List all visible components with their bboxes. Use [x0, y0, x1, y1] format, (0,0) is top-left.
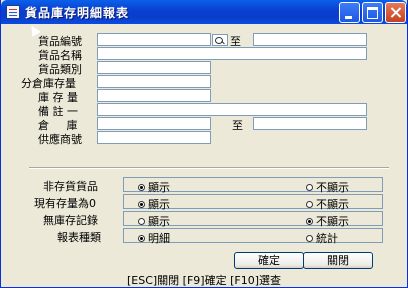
- separator: [29, 167, 389, 169]
- warehouse-to-input[interactable]: [253, 117, 367, 130]
- no-record-hide-radio[interactable]: 不顯示: [306, 213, 349, 229]
- radio-icon: [306, 184, 313, 191]
- product-name-input[interactable]: [97, 47, 367, 60]
- zero-stock-hide-radio[interactable]: 不顯示: [306, 196, 349, 212]
- supplier-no-input[interactable]: [97, 131, 211, 144]
- status-bar-hint: [ESC]關閉 [F9]確定 [F10]選查: [126, 274, 281, 287]
- no-record-show-radio[interactable]: 顯示: [138, 213, 170, 229]
- warehouse-to-label: 至: [232, 119, 243, 132]
- report-detail-radio[interactable]: 明細: [138, 230, 170, 246]
- non-stock-hide-radio[interactable]: 不顯示: [306, 179, 349, 195]
- product-code-to-input[interactable]: [253, 33, 367, 46]
- confirm-button[interactable]: 確定: [234, 252, 304, 269]
- radio-selected-icon: [138, 201, 145, 208]
- app-icon: [6, 5, 20, 19]
- zero-stock-label: 現有存量為0: [34, 197, 96, 210]
- stock-qty-input[interactable]: [97, 89, 211, 102]
- radio-selected-icon: [138, 235, 145, 242]
- radio-selected-icon: [138, 184, 145, 191]
- close-button[interactable]: 關閉: [303, 252, 373, 269]
- radio-icon: [306, 201, 313, 208]
- remark-one-input[interactable]: [97, 103, 367, 116]
- close-window-button[interactable]: [385, 2, 406, 23]
- lookup-icon[interactable]: [212, 34, 228, 46]
- radio-selected-icon: [306, 218, 313, 225]
- radio-icon: [138, 218, 145, 225]
- no-stock-record-options: 顯示 不顯示: [123, 211, 383, 229]
- warehouse-stock-input[interactable]: [97, 75, 211, 88]
- non-stock-show-radio[interactable]: 顯示: [138, 179, 170, 195]
- zero-stock-options: 顯示 不顯示: [123, 194, 383, 212]
- zero-stock-show-radio[interactable]: 顯示: [138, 196, 170, 212]
- report-type-options: 明細 統計: [123, 228, 383, 246]
- supplier-no-label: 供應商號: [38, 133, 82, 146]
- no-stock-record-label: 無庫存記錄: [43, 214, 98, 227]
- report-summary-radio[interactable]: 統計: [306, 230, 338, 246]
- radio-icon: [306, 235, 313, 242]
- window-title: 貨品庫存明細報表: [25, 6, 130, 20]
- product-code-from-input[interactable]: [97, 33, 211, 46]
- maximize-button[interactable]: [362, 2, 383, 23]
- product-category-input[interactable]: [97, 61, 211, 74]
- title-bar[interactable]: 貨品庫存明細報表: [1, 0, 407, 24]
- minimize-button[interactable]: [339, 2, 360, 23]
- report-type-label: 報表種類: [57, 231, 101, 244]
- non-stock-goods-label: 非存貨貨品: [43, 180, 98, 193]
- warehouse-from-input[interactable]: [97, 117, 211, 130]
- non-stock-goods-options: 顯示 不顯示: [123, 177, 383, 195]
- report-window: 貨品庫存明細報表 貨品編號 至 貨品名稱 貨品類別 分倉庫存量 庫 存 量 備 …: [0, 0, 408, 288]
